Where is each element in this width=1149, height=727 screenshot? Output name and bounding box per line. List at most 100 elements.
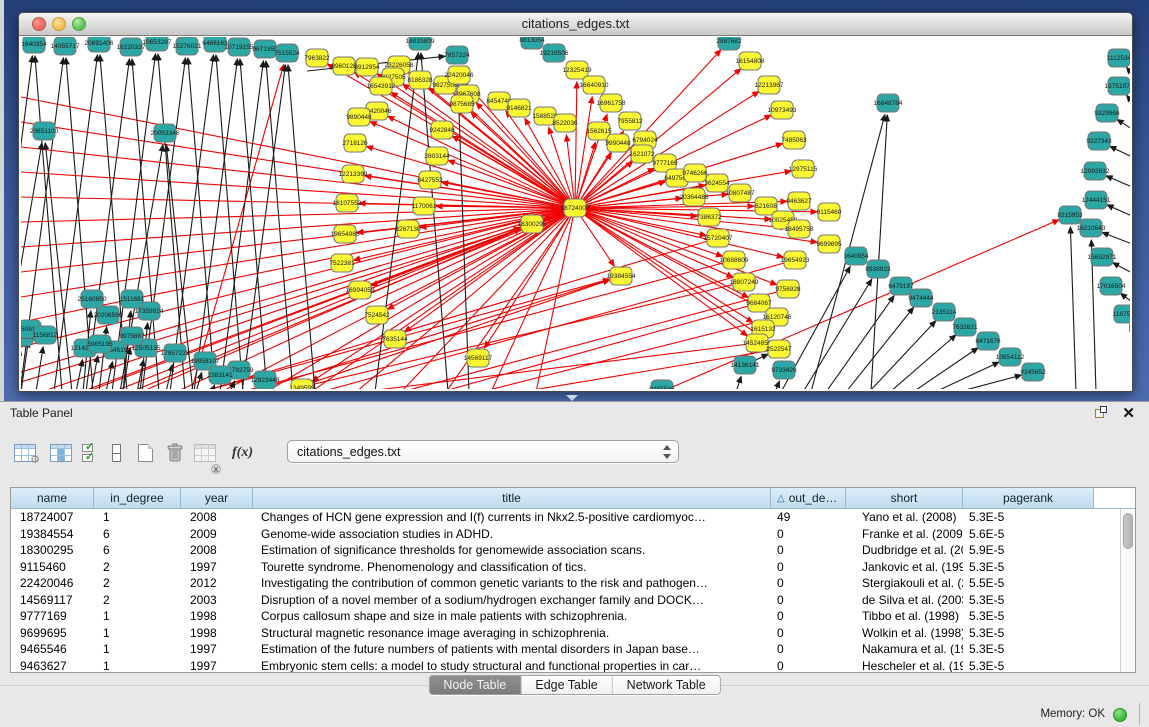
- cell-title[interactable]: Embryonic stem cells: a model to study s…: [253, 658, 771, 674]
- citation-edge-black[interactable]: [736, 376, 741, 389]
- graph-node-yellow[interactable]: 16640910: [580, 76, 609, 94]
- cell-pagerank[interactable]: 5.9E-5: [963, 542, 1094, 559]
- graph-node-yellow[interactable]: 18807249: [730, 273, 759, 291]
- cell-short[interactable]: Nakamura et al. (1997): [846, 641, 963, 658]
- table-row[interactable]: 1938455462009Genome-wide association stu…: [11, 526, 1135, 543]
- graph-node-teal[interactable]: 9474444: [908, 289, 934, 307]
- graph-node-yellow[interactable]: 18300295: [518, 215, 547, 233]
- cell-in_degree[interactable]: 2: [94, 575, 181, 592]
- cell-out_degree[interactable]: 0: [771, 658, 846, 674]
- graph-node-teal[interactable]: 12923448: [251, 371, 280, 389]
- cell-title[interactable]: Changes of HCN gene expression and I(f) …: [253, 509, 771, 526]
- graph-node-teal[interactable]: 19218506: [540, 44, 569, 62]
- graph-node-yellow[interactable]: 7522381: [329, 254, 355, 272]
- cell-year[interactable]: 2003: [181, 592, 253, 609]
- graph-node-yellow[interactable]: 9463627: [786, 192, 812, 210]
- cell-in_degree[interactable]: 1: [94, 608, 181, 625]
- cell-name[interactable]: 18724007: [11, 509, 94, 526]
- cell-short[interactable]: Jankovic et al. (1997): [846, 559, 963, 576]
- cell-pagerank[interactable]: 5.3E-5: [963, 625, 1094, 642]
- graph-node-yellow[interactable]: 9146821: [506, 99, 532, 117]
- table-body[interactable]: 18724007 1 2008Changes of HCN gene express…: [11, 509, 1135, 672]
- citation-edge-black[interactable]: [106, 362, 112, 389]
- citation-edge-black[interactable]: [21, 341, 28, 389]
- cell-name[interactable]: 19384554: [11, 526, 94, 543]
- graph-node-teal[interactable]: 8938923: [865, 260, 891, 278]
- node-table[interactable]: namein_degreeyeartitle△out_de…shortpager…: [10, 487, 1136, 673]
- graph-node-teal[interactable]: 17957223: [161, 344, 190, 362]
- cell-year[interactable]: 2008: [181, 542, 253, 559]
- graph-node-yellow[interactable]: 1349599: [289, 379, 315, 389]
- graph-node-yellow[interactable]: 8912954: [354, 58, 380, 76]
- cell-year[interactable]: 2012: [181, 575, 253, 592]
- graph-node-teal[interactable]: 9245652: [1020, 363, 1046, 381]
- graph-node-yellow[interactable]: 9890448: [346, 108, 372, 126]
- cell-short[interactable]: Hescheler et al. (1997): [846, 658, 963, 674]
- cell-in_degree[interactable]: 1: [94, 625, 181, 642]
- citation-edge-red[interactable]: [481, 317, 777, 389]
- column-header-in_degree[interactable]: in_degree: [94, 488, 181, 509]
- graph-node-teal[interactable]: 9465546: [649, 380, 675, 389]
- graph-node-teal[interactable]: 20651100: [30, 122, 59, 140]
- graph-node-teal[interactable]: 9733426: [771, 361, 797, 379]
- cell-pagerank[interactable]: 5.3E-5: [963, 608, 1094, 625]
- cell-short[interactable]: de Silva et al. (2003): [846, 592, 963, 609]
- cell-in_degree[interactable]: 6: [94, 542, 181, 559]
- cell-out_degree[interactable]: 49: [771, 509, 846, 526]
- cell-pagerank[interactable]: 5.3E-5: [963, 592, 1094, 609]
- citation-edge-red[interactable]: [575, 82, 577, 208]
- graph-node-teal[interactable]: 2135114: [932, 303, 957, 321]
- graph-node-yellow[interactable]: 18107552: [333, 194, 362, 212]
- graph-node-teal[interactable]: 9329966: [1094, 104, 1120, 122]
- graph-node-yellow[interactable]: 1621072: [629, 145, 655, 163]
- citation-edge-black[interactable]: [1070, 227, 1076, 389]
- graph-node-teal[interactable]: 15751074: [1105, 77, 1130, 95]
- network-window-titlebar[interactable]: citations_edges.txt: [19, 13, 1132, 36]
- cell-year[interactable]: 1998: [181, 625, 253, 642]
- close-panel-icon[interactable]: ✕: [1122, 404, 1135, 422]
- citation-edge-black[interactable]: [869, 321, 936, 389]
- cell-name[interactable]: 18300295: [11, 542, 94, 559]
- row-mode-button[interactable]: [112, 438, 121, 468]
- citation-edge-black[interactable]: [421, 53, 448, 389]
- cell-out_degree[interactable]: 0: [771, 608, 846, 625]
- cell-title[interactable]: Corpus callosum shape and size in male p…: [253, 608, 771, 625]
- graph-node-yellow[interactable]: 8960128: [331, 57, 357, 75]
- citation-edge-black[interactable]: [242, 65, 285, 389]
- cell-title[interactable]: Investigating the contribution of common…: [253, 575, 771, 592]
- cell-year[interactable]: 1998: [181, 608, 253, 625]
- table-row[interactable]: 946554611997Estimation of the future num…: [11, 641, 1135, 658]
- graph-node-teal[interactable]: 8471676: [975, 332, 1001, 350]
- graph-node-yellow[interactable]: 12213967: [755, 76, 784, 94]
- graph-node-yellow[interactable]: 9990448: [605, 134, 631, 152]
- graph-node-teal[interactable]: 8215953: [1057, 206, 1083, 224]
- cell-title[interactable]: Disruption of a novel member of a sodium…: [253, 592, 771, 609]
- column-header-pagerank[interactable]: pagerank: [963, 488, 1094, 509]
- citation-edge-red[interactable]: [365, 176, 575, 208]
- network-window[interactable]: citations_edges.txt 18724007796382289601…: [18, 12, 1133, 392]
- graph-node-teal[interactable]: 1511681: [120, 290, 145, 308]
- citation-edge-black[interactable]: [21, 143, 42, 389]
- citation-edge-red[interactable]: [321, 260, 795, 389]
- tab-node-table[interactable]: Node Table: [429, 676, 521, 694]
- graph-node-yellow[interactable]: 9242848: [429, 121, 455, 139]
- network-canvas[interactable]: 1872400779638228960128891295423226058982…: [21, 37, 1130, 389]
- cell-pagerank[interactable]: 5.6E-5: [963, 526, 1094, 543]
- graph-node-teal[interactable]: 1156812: [33, 326, 58, 344]
- citation-edge-black[interactable]: [890, 335, 956, 389]
- cell-pagerank[interactable]: 5.3E-5: [963, 658, 1094, 674]
- cell-short[interactable]: Franke et al. (2009): [846, 526, 963, 543]
- cell-in_degree[interactable]: 1: [94, 641, 181, 658]
- graph-node-teal[interactable]: 2887682: [716, 37, 742, 50]
- cell-year[interactable]: 1997: [181, 559, 253, 576]
- citation-edge-red[interactable]: [367, 146, 575, 208]
- graph-node-teal[interactable]: 25160850: [78, 290, 107, 308]
- cell-in_degree[interactable]: 6: [94, 526, 181, 543]
- graph-node-teal[interactable]: 8813054: [519, 37, 545, 49]
- citation-edge-red[interactable]: [285, 280, 610, 389]
- cell-pagerank[interactable]: 5.3E-5: [963, 509, 1094, 526]
- cell-name[interactable]: 9465546: [11, 641, 94, 658]
- citation-edge-black[interactable]: [1106, 176, 1130, 187]
- graph-node-teal[interactable]: 15692971: [1088, 248, 1117, 266]
- graph-node-teal[interactable]: 16033809: [406, 37, 435, 50]
